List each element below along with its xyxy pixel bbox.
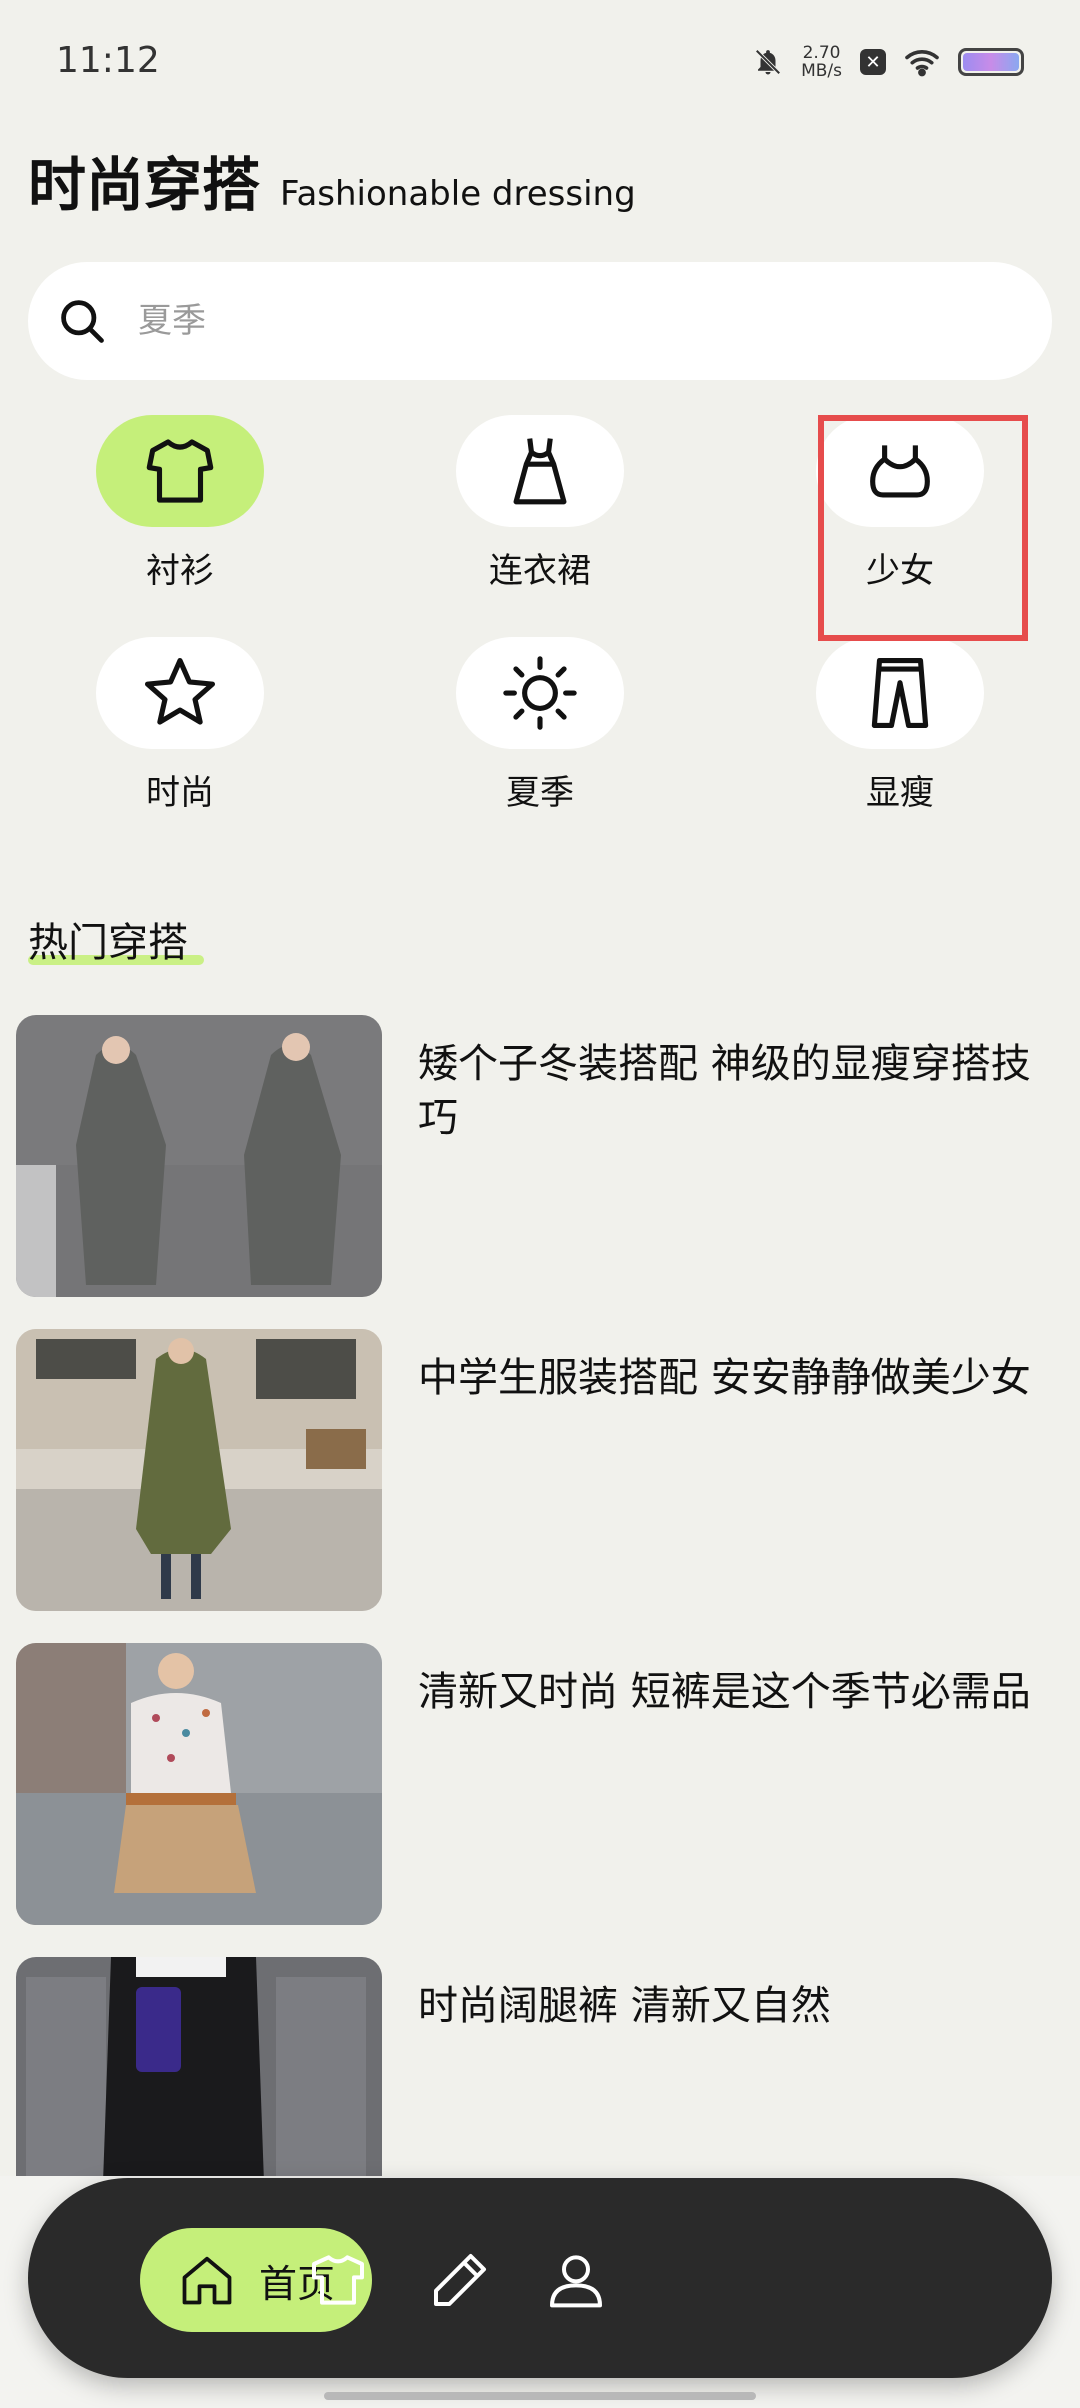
list-item[interactable]: 中学生服装搭配 安安静静做美少女: [16, 1329, 1066, 1611]
list-item[interactable]: 矮个子冬装搭配 神级的显瘦穿搭技巧: [16, 1015, 1066, 1297]
article-title: 矮个子冬装搭配 神级的显瘦穿搭技巧: [418, 1041, 1031, 1141]
highlight-box: [818, 415, 1028, 641]
category-fashion[interactable]: 时尚: [50, 637, 310, 814]
category-pill: [456, 637, 624, 749]
article-title: 中学生服装搭配 安安静静做美少女: [418, 1355, 1031, 1401]
search-bar[interactable]: [28, 262, 1052, 380]
article-thumbnail: [16, 1643, 382, 1925]
page-subtitle: Fashionable dressing: [280, 174, 636, 214]
article-thumbnail: [16, 1015, 382, 1297]
sun-icon: [503, 656, 577, 730]
pencil-icon[interactable]: [428, 2248, 492, 2312]
category-pill: [816, 637, 984, 749]
page-header: 时尚穿搭 Fashionable dressing: [28, 138, 636, 222]
home-indicator[interactable]: [324, 2392, 756, 2400]
wifi-icon: [905, 50, 939, 77]
list-item[interactable]: 清新又时尚 短裤是这个季节必需品: [16, 1643, 1066, 1925]
close-box-icon: ✕: [860, 49, 886, 75]
home-icon: [182, 2256, 232, 2305]
bell-off-icon: [755, 49, 781, 75]
net-speed: 2.70 MB/s: [801, 43, 842, 81]
shirt-icon: [146, 439, 214, 503]
category-pill: [96, 637, 264, 749]
category-pill: [96, 415, 264, 527]
bottom-nav: 首页: [28, 2178, 1052, 2378]
category-shirt[interactable]: 衬衫: [50, 415, 310, 592]
battery-icon: [958, 48, 1024, 76]
pants-icon: [871, 657, 929, 729]
section-title: 热门穿搭: [28, 920, 188, 966]
category-dress[interactable]: 连衣裙: [410, 415, 670, 592]
star-icon: [144, 657, 216, 725]
dress-icon: [513, 438, 567, 505]
shirt-icon[interactable]: [306, 2248, 370, 2312]
search-input[interactable]: [138, 301, 988, 341]
page-title: 时尚穿搭: [28, 151, 261, 219]
status-icons: 2.70 MB/s ✕: [753, 44, 1024, 80]
status-bar: 11:12 2.70 MB/s ✕: [0, 0, 1080, 120]
category-pill: [456, 415, 624, 527]
category-slim[interactable]: 显瘦: [770, 637, 1030, 814]
category-summer[interactable]: 夏季: [410, 637, 670, 814]
user-icon[interactable]: [544, 2248, 608, 2312]
status-time: 11:12: [56, 40, 160, 81]
article-title: 清新又时尚 短裤是这个季节必需品: [418, 1669, 1031, 1715]
article-thumbnail: [16, 1329, 382, 1611]
search-icon: [61, 300, 104, 343]
